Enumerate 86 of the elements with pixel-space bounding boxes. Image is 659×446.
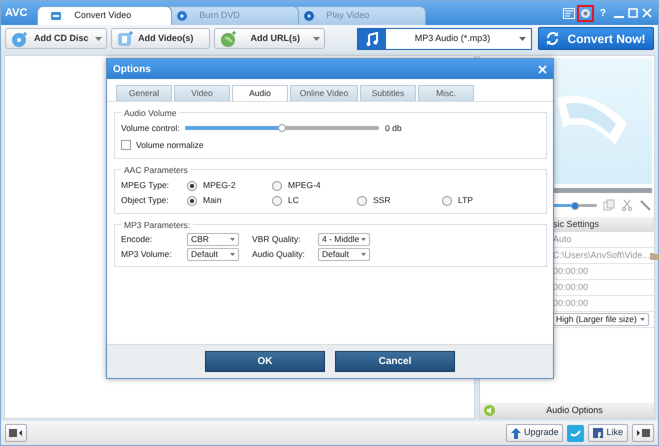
dialog-title: Options xyxy=(113,62,151,76)
panel-toggle-button[interactable] xyxy=(5,424,27,442)
checkbox[interactable] xyxy=(121,140,131,150)
disc-icon xyxy=(177,11,188,21)
speaker-icon xyxy=(484,405,495,416)
setting-value: 00:00:00 xyxy=(553,296,588,310)
upload-arrow-icon xyxy=(510,428,521,438)
upgrade-button[interactable]: Upgrade xyxy=(506,424,564,442)
play-icon xyxy=(304,11,314,21)
cancel-button[interactable]: Cancel xyxy=(335,351,455,372)
setting-value: 00:00:00 xyxy=(553,264,588,278)
dialog-tab[interactable]: Online Video xyxy=(290,85,358,101)
field-label: Audio Quality: xyxy=(252,248,306,261)
volume-slider[interactable] xyxy=(553,204,597,206)
copy-icon[interactable] xyxy=(603,199,615,211)
radio-button[interactable] xyxy=(442,196,452,206)
refresh-icon xyxy=(544,31,560,46)
panel-right-icon xyxy=(635,428,651,438)
scissors-icon[interactable] xyxy=(621,199,633,211)
radio-button[interactable] xyxy=(272,180,282,190)
toolbar-button[interactable]: Add URL(s) xyxy=(214,28,326,49)
quality-dropdown[interactable]: High (Larger file size) xyxy=(552,313,649,326)
caret-icon xyxy=(361,238,366,241)
checkbox-label: Volume normalize xyxy=(136,138,204,152)
dialog-tab[interactable]: Misc. xyxy=(418,85,474,101)
profile-dropdown[interactable]: MP3 Audio (*.mp3) xyxy=(357,28,532,50)
field-label: Volume control: xyxy=(121,122,179,134)
url-icon xyxy=(219,30,238,48)
dialog-tab[interactable]: Subtitles xyxy=(360,85,416,101)
audio-options-bar[interactable]: Audio Options xyxy=(480,403,654,418)
radio-label: LC xyxy=(288,194,299,207)
field-label: VBR Quality: xyxy=(252,233,302,246)
music-note-icon xyxy=(366,32,378,46)
radio-button[interactable] xyxy=(272,196,282,206)
setting-value: C:\Users\AnvSoft\Vide... xyxy=(553,248,650,262)
like-button[interactable]: Like xyxy=(588,424,628,442)
caret-icon xyxy=(518,36,526,40)
radio-button[interactable] xyxy=(187,196,197,206)
disc-icon xyxy=(10,30,28,48)
caret-icon xyxy=(640,318,645,321)
radio-button[interactable] xyxy=(187,180,197,190)
radio-label: LTP xyxy=(458,194,473,207)
ok-button[interactable]: OK xyxy=(205,351,325,372)
list-icon[interactable] xyxy=(562,8,575,18)
caret-icon xyxy=(230,238,235,241)
app-tab[interactable]: Convert Video xyxy=(37,6,172,25)
panel-left-icon xyxy=(8,428,24,438)
convert-icon xyxy=(50,10,62,22)
radio-button[interactable] xyxy=(357,196,367,206)
profile-text: MP3 Audio (*.mp3) xyxy=(414,32,492,45)
field-label: Object Type: xyxy=(121,194,170,207)
dialog-tab[interactable]: Video xyxy=(174,85,230,101)
radio-label: MPEG-2 xyxy=(203,179,236,192)
radio-label: Main xyxy=(203,194,222,207)
field-label: MPEG Type: xyxy=(121,179,170,192)
close-icon[interactable] xyxy=(538,64,547,74)
close-icon[interactable] xyxy=(642,8,652,18)
settings-icon[interactable] xyxy=(578,6,592,20)
maximize-icon[interactable] xyxy=(628,8,638,18)
field-label: Encode: xyxy=(121,233,154,246)
wand-icon[interactable] xyxy=(639,199,651,211)
radio-label: MPEG-4 xyxy=(288,179,321,192)
dialog-tab[interactable]: Audio xyxy=(232,85,288,101)
select-field[interactable]: Default xyxy=(187,248,239,261)
dialog-tab[interactable]: General xyxy=(116,85,172,101)
field-label: MP3 Volume: xyxy=(121,248,173,261)
radio-label: SSR xyxy=(373,194,390,207)
toolbar-button[interactable]: Add Video(s) xyxy=(110,28,210,49)
app-logo: AVC xyxy=(5,6,28,21)
select-field[interactable]: 4 - Middle xyxy=(318,233,370,246)
setting-value: 00:00:00 xyxy=(553,280,588,294)
folder-icon[interactable] xyxy=(650,252,659,260)
f-logo-icon xyxy=(593,428,604,438)
panel-toggle-button[interactable] xyxy=(632,424,654,442)
convert-button[interactable]: Convert Now! xyxy=(538,27,654,50)
select-field[interactable]: Default xyxy=(318,248,370,261)
select-field[interactable]: CBR xyxy=(187,233,239,246)
caret-icon xyxy=(361,253,366,256)
volume-reading: 0 db xyxy=(385,122,402,134)
caret-icon xyxy=(230,253,235,256)
slider-thumb[interactable] xyxy=(278,124,286,132)
volume-slider[interactable] xyxy=(185,126,379,130)
slider-thumb[interactable] xyxy=(571,202,579,210)
toolbar-button[interactable]: Add CD Disc xyxy=(5,28,106,49)
setting-value: Auto xyxy=(553,232,572,246)
video-icon xyxy=(116,30,134,48)
